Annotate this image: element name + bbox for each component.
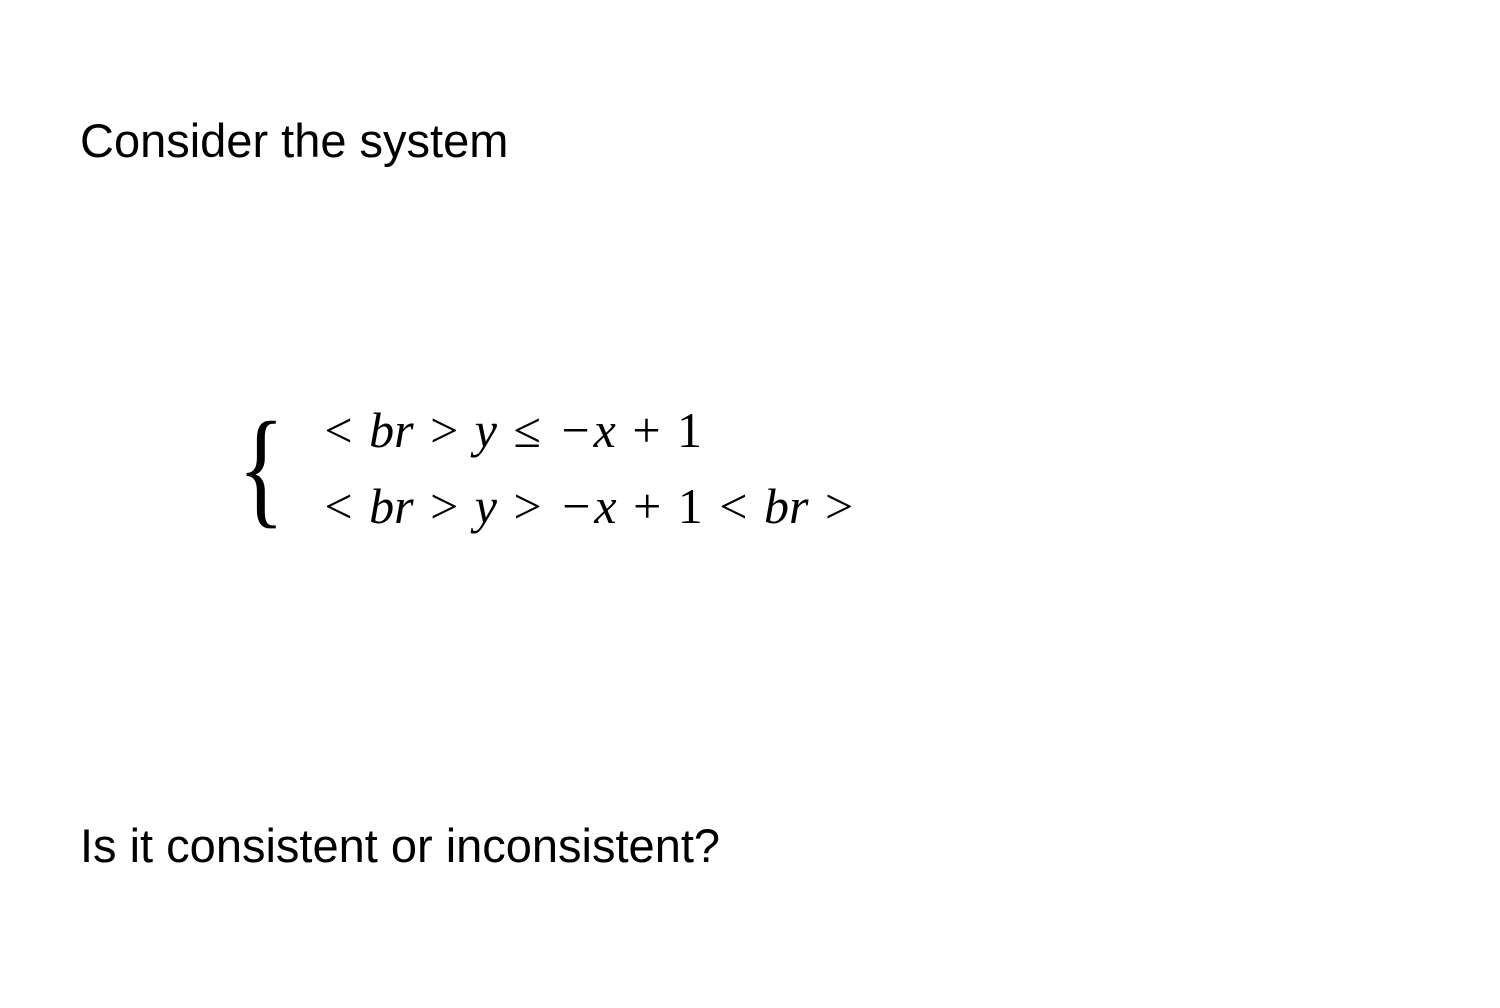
- inequality-line-1: < br > y ≤ −x + 1: [320, 401, 857, 459]
- left-brace: {: [238, 410, 285, 527]
- inequality-line-2: < br > y > −x + 1 < br >: [320, 477, 857, 535]
- document-content: Consider the system { < br > y ≤ −x + 1 …: [0, 0, 1500, 876]
- question-paragraph: Is it consistent or inconsistent?: [80, 815, 1420, 876]
- intro-paragraph: Consider the system: [80, 110, 1420, 171]
- system-of-inequalities: { < br > y ≤ −x + 1 < br > y > −x + 1 < …: [230, 401, 1420, 535]
- cases-container: < br > y ≤ −x + 1 < br > y > −x + 1 < br…: [320, 401, 857, 535]
